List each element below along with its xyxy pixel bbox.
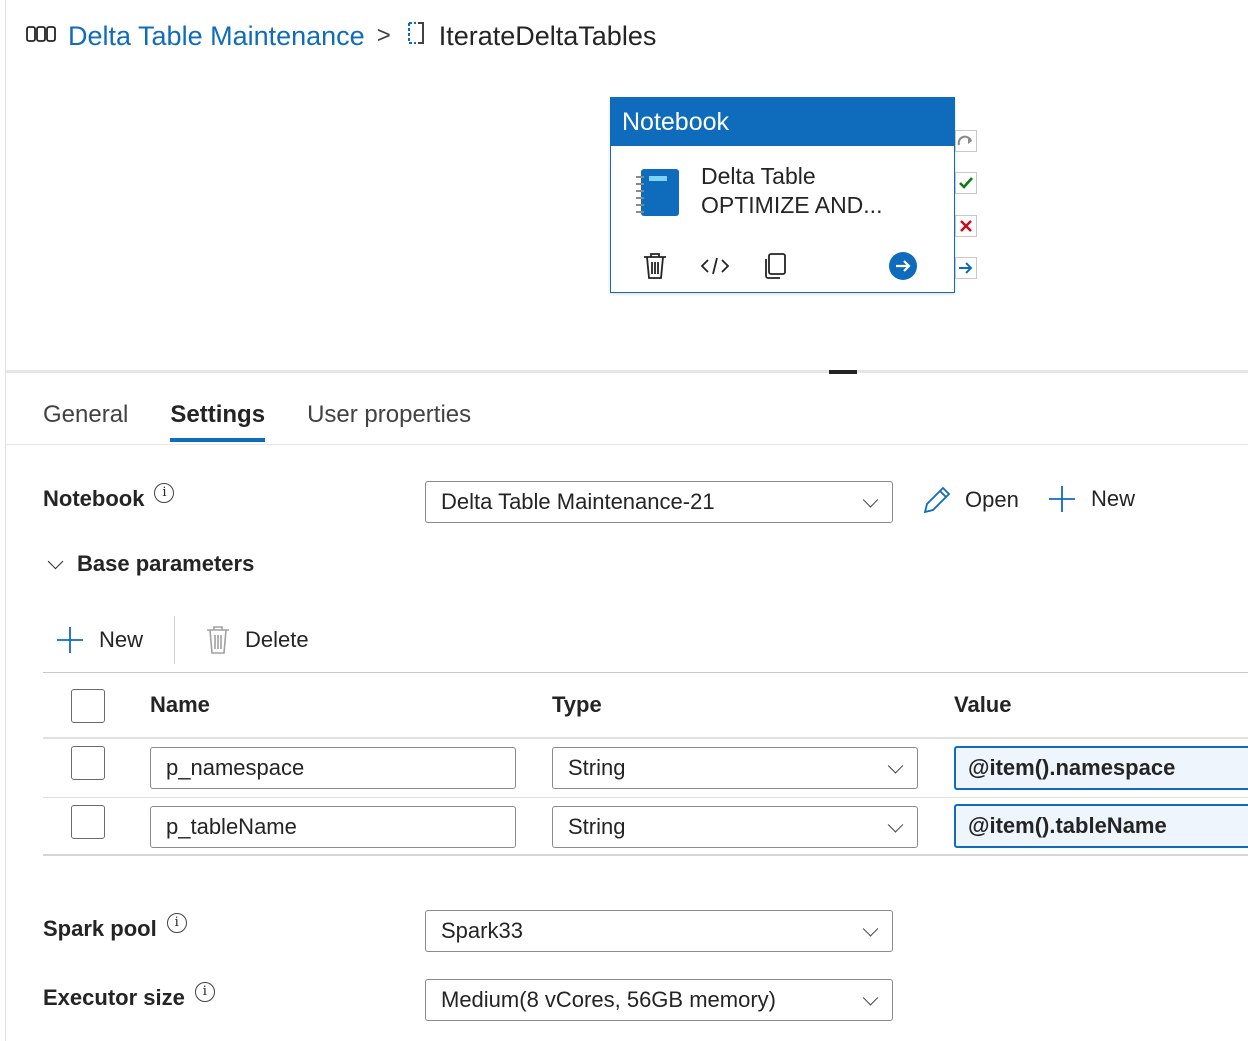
new-notebook-label: New	[1091, 486, 1136, 511]
grid-bottom-border	[43, 854, 1248, 856]
tab-general[interactable]: General	[43, 395, 128, 439]
chevron-down-icon	[887, 817, 904, 833]
trash-icon	[207, 626, 229, 654]
column-header-type: Type	[552, 692, 602, 717]
notebook-label-row: Notebook i	[43, 483, 175, 512]
notebook-icon	[635, 168, 681, 218]
spark-pool-label: Spark pool	[43, 916, 157, 941]
notebook-select[interactable]: Delta Table Maintenance-21	[425, 481, 893, 523]
new-notebook-button[interactable]: New	[1047, 484, 1135, 514]
param-name-input[interactable]: p_namespace	[150, 747, 516, 789]
pencil-icon	[923, 486, 951, 514]
chevron-down-icon	[887, 758, 904, 774]
tab-user-properties[interactable]: User properties	[307, 395, 471, 439]
chevron-down-icon	[862, 921, 879, 937]
param-value-input[interactable]: @item().tableName	[954, 804, 1248, 848]
breadcrumb-current: IterateDeltaTables	[438, 20, 657, 51]
notebook-label: Notebook	[43, 486, 145, 511]
column-header-value: Value	[954, 692, 1012, 717]
param-type-value: String	[568, 755, 626, 780]
notebook-select-value: Delta Table Maintenance-21	[441, 489, 715, 514]
param-type-value: String	[568, 814, 626, 839]
add-parameter-label: New	[99, 627, 144, 652]
foreach-icon	[405, 20, 427, 53]
success-port-icon[interactable]	[955, 172, 977, 194]
executor-size-value: Medium(8 vCores, 56GB memory)	[441, 987, 776, 1012]
spark-pool-label-row: Spark pool i	[43, 913, 187, 942]
row-divider	[43, 797, 1248, 798]
info-icon[interactable]: i	[166, 913, 187, 933]
chevron-down-icon	[47, 553, 64, 569]
executor-size-label-row: Executor size i	[43, 982, 215, 1011]
plus-icon	[1049, 486, 1075, 512]
executor-size-select[interactable]: Medium(8 vCores, 56GB memory)	[425, 979, 893, 1021]
tabs-divider	[6, 444, 1248, 445]
delete-parameter-button[interactable]: Delete	[205, 625, 309, 655]
grid-top-border	[43, 672, 1248, 673]
info-icon[interactable]: i	[194, 982, 215, 1002]
code-icon[interactable]	[698, 248, 732, 284]
tab-settings[interactable]: Settings	[170, 395, 265, 442]
open-button[interactable]: Open	[921, 484, 1019, 516]
activity-body: Delta Table OPTIMIZE AND...	[611, 146, 954, 236]
base-parameters-toggle[interactable]: Base parameters	[46, 551, 254, 577]
chevron-down-icon	[862, 492, 879, 508]
breadcrumb: Delta Table Maintenance > IterateDeltaTa…	[26, 16, 656, 56]
row-checkbox[interactable]	[71, 805, 105, 839]
skip-port-icon[interactable]	[955, 130, 977, 152]
chevron-down-icon	[862, 990, 879, 1006]
executor-size-label: Executor size	[43, 985, 185, 1010]
plus-icon	[57, 627, 83, 653]
grid-header-divider	[43, 737, 1248, 739]
row-checkbox[interactable]	[71, 746, 105, 780]
completion-port-icon[interactable]	[955, 257, 977, 279]
spark-pool-value: Spark33	[441, 918, 523, 943]
param-type-select[interactable]: String	[552, 747, 918, 789]
delete-icon[interactable]	[638, 248, 672, 284]
delete-parameter-label: Delete	[245, 627, 309, 652]
notebook-activity[interactable]: Notebook Delta Table OPTIMIZE AND...	[610, 97, 955, 293]
info-icon[interactable]: i	[154, 483, 175, 503]
activity-actions	[611, 248, 954, 284]
param-type-select[interactable]: String	[552, 806, 918, 848]
failure-port-icon[interactable]	[955, 215, 977, 237]
breadcrumb-pipeline-link[interactable]: Delta Table Maintenance	[68, 21, 365, 52]
activity-header: Notebook	[611, 98, 954, 146]
base-parameters-label: Base parameters	[77, 551, 255, 576]
pipeline-icon	[26, 21, 56, 52]
breadcrumb-separator: >	[376, 22, 391, 49]
toolbar-separator	[174, 616, 175, 664]
column-header-name: Name	[150, 692, 210, 717]
copy-icon[interactable]	[758, 248, 792, 284]
properties-tabs: General Settings User properties	[43, 395, 513, 447]
param-value-input[interactable]: @item().namespace	[954, 746, 1248, 790]
navigate-arrow-icon[interactable]	[886, 248, 920, 284]
activity-name: Delta Table OPTIMIZE AND...	[701, 163, 883, 218]
left-border	[0, 0, 6, 1041]
activity-type-label: Notebook	[622, 107, 730, 136]
pane-divider[interactable]	[6, 370, 1248, 373]
add-parameter-button[interactable]: New	[55, 625, 143, 655]
open-button-label: Open	[965, 487, 1019, 512]
param-name-input[interactable]: p_tableName	[150, 806, 516, 848]
select-all-checkbox[interactable]	[71, 689, 105, 723]
spark-pool-select[interactable]: Spark33	[425, 910, 893, 952]
pane-resize-grip[interactable]	[829, 370, 857, 374]
